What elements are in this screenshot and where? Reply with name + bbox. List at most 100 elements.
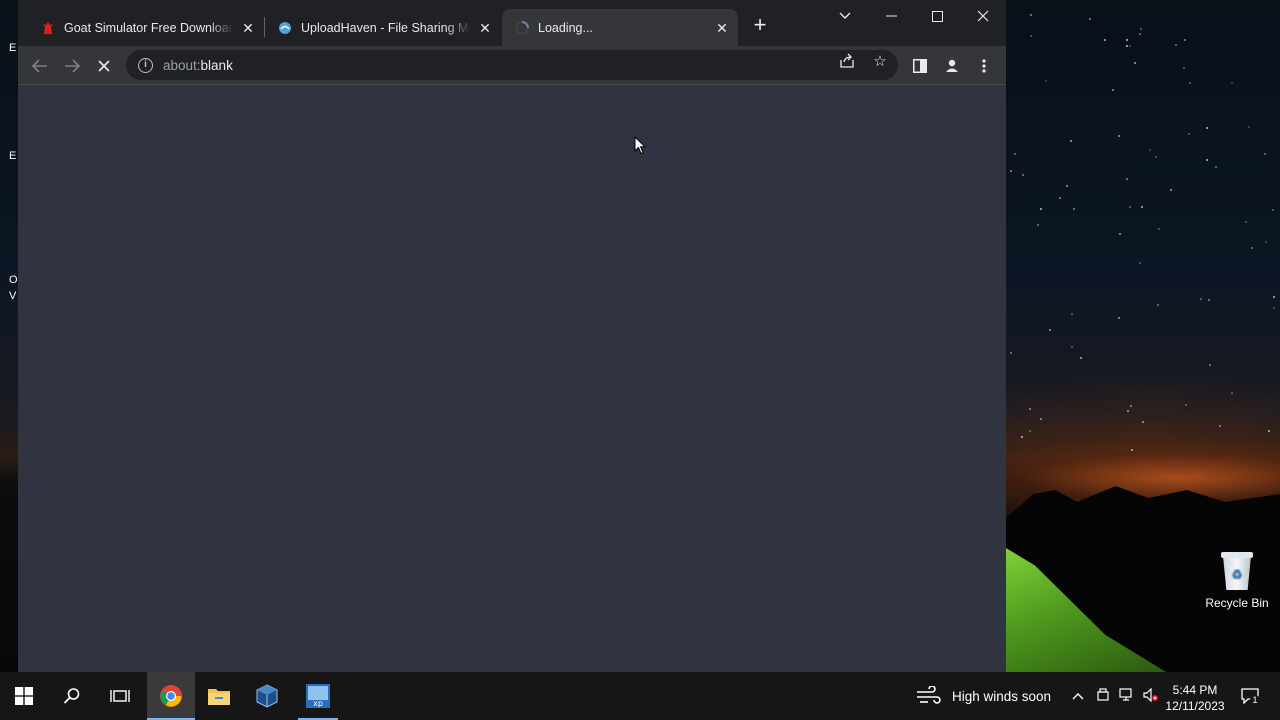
desktop-left-text-2: E: [9, 150, 17, 162]
sky-star: [1154, 155, 1157, 158]
sky-star: [1244, 220, 1247, 223]
sky-star: [1065, 185, 1068, 188]
site-info-icon[interactable]: i: [138, 57, 153, 73]
sky-star: [1158, 228, 1161, 231]
sky-star: [1205, 126, 1208, 129]
desktop-left-text-1: E: [9, 42, 17, 54]
tab-loading[interactable]: Loading... ✕: [502, 9, 738, 46]
goat-simulator-favicon: [40, 20, 56, 36]
profile-avatar-icon[interactable]: [938, 52, 966, 80]
loading-spinner-icon: [514, 20, 530, 36]
sky-star: [1021, 435, 1024, 438]
menu-kebab-icon[interactable]: [970, 52, 998, 80]
desktop-left-icons: E E O V: [0, 30, 18, 330]
task-view-button[interactable]: [96, 672, 144, 720]
sky-star: [1208, 298, 1211, 301]
tab-title: UploadHaven - File Sharing Made: [301, 20, 471, 35]
sky-star: [1104, 39, 1107, 42]
recycle-bin-label: Recycle Bin: [1205, 596, 1269, 610]
bookmark-star-icon[interactable]: ☆: [871, 53, 889, 71]
tab-goat-simulator[interactable]: Goat Simulator Free Download ( ✕: [28, 9, 264, 46]
sky-star: [1141, 420, 1144, 423]
close-icon[interactable]: ✕: [714, 20, 730, 36]
close-icon[interactable]: ✕: [477, 20, 493, 36]
sky-star: [1133, 61, 1136, 64]
side-panel-icon[interactable]: [906, 52, 934, 80]
share-icon[interactable]: [838, 53, 856, 71]
sky-star: [1071, 345, 1074, 348]
sky-star: [1230, 391, 1233, 394]
sky-star: [1126, 409, 1129, 412]
address-bar[interactable]: i about: blank: [126, 50, 898, 80]
sky-star: [1139, 261, 1142, 264]
sky-star: [1130, 405, 1133, 408]
new-tab-button[interactable]: +: [748, 14, 772, 38]
sky-star: [1030, 35, 1033, 38]
sky-star: [1140, 205, 1143, 208]
mouse-cursor-icon: [634, 135, 647, 160]
sky-star: [1029, 430, 1032, 433]
weather-widget[interactable]: High winds soon: [916, 672, 1051, 720]
recycle-bin-shortcut[interactable]: ♻ Recycle Bin: [1200, 548, 1274, 610]
sky-star: [1218, 424, 1221, 427]
sky-star: [1014, 152, 1017, 155]
recycle-bin-icon: ♻: [1219, 550, 1255, 590]
sky-star: [1040, 208, 1043, 211]
device-icon[interactable]: [1095, 688, 1111, 704]
url-scheme: about:: [163, 57, 201, 73]
sky-star: [1089, 17, 1092, 20]
file-explorer-icon[interactable]: [195, 672, 243, 720]
sky-star: [1209, 363, 1212, 366]
sky-star: [1175, 43, 1178, 46]
browser-toolbar: i about: blank ☆: [18, 46, 1006, 85]
sky-star: [1125, 38, 1128, 41]
page-content-blank[interactable]: [18, 86, 1006, 672]
start-button[interactable]: [0, 672, 48, 720]
sky-star: [1267, 430, 1270, 433]
chrome-taskbar-icon[interactable]: [147, 672, 195, 720]
clock-time: 5:44 PM: [1172, 683, 1218, 697]
sky-star: [1080, 356, 1083, 359]
sky-star: [1119, 232, 1122, 235]
xp-mode-icon[interactable]: xp: [294, 672, 342, 720]
stop-loading-button[interactable]: [90, 52, 118, 80]
notification-center-icon[interactable]: 1: [1240, 688, 1260, 705]
sky-star: [1156, 304, 1159, 307]
forward-button[interactable]: [58, 52, 86, 80]
sky-star: [1182, 66, 1185, 69]
sky-star: [1069, 140, 1072, 143]
sky-star: [1138, 33, 1141, 36]
uploadhaven-favicon: [277, 20, 293, 36]
system-clock[interactable]: 5:44 PM 12/11/2023: [1160, 682, 1230, 714]
close-window-button[interactable]: [960, 0, 1006, 32]
sky-star: [1273, 307, 1276, 310]
sky-star: [1071, 313, 1073, 316]
virtualbox-icon[interactable]: [243, 672, 291, 720]
network-icon[interactable]: [1119, 688, 1135, 704]
url-path: blank: [200, 57, 233, 73]
volume-muted-icon[interactable]: [1143, 687, 1159, 704]
notification-count: 1: [1250, 695, 1260, 705]
sky-star: [1149, 148, 1152, 151]
taskbar: xp High winds soon 5:44 PM 12/11/2023 1: [0, 672, 1280, 720]
maximize-button[interactable]: [914, 0, 960, 32]
sky-star: [1010, 351, 1013, 354]
tab-uploadhaven[interactable]: UploadHaven - File Sharing Made ✕: [265, 9, 501, 46]
show-hidden-icons-chevron-icon[interactable]: [1070, 688, 1086, 704]
sky-star: [1118, 134, 1121, 137]
sky-star: [1040, 417, 1043, 420]
tab-search-chevron-icon[interactable]: [822, 0, 868, 32]
sky-star: [1073, 207, 1076, 210]
minimize-button[interactable]: [868, 0, 914, 32]
back-button[interactable]: [26, 52, 54, 80]
sky-star: [1037, 223, 1040, 226]
tab-strip: Goat Simulator Free Download ( ✕ UploadH…: [18, 0, 1006, 46]
search-button[interactable]: [48, 672, 96, 720]
sky-star: [1118, 317, 1121, 320]
sky-star: [1200, 298, 1203, 301]
sky-star: [1009, 169, 1012, 172]
close-icon[interactable]: ✕: [240, 20, 256, 36]
desktop-left-text-4: V: [9, 290, 17, 302]
sky-star: [1130, 448, 1133, 451]
sky-star: [1112, 88, 1115, 91]
